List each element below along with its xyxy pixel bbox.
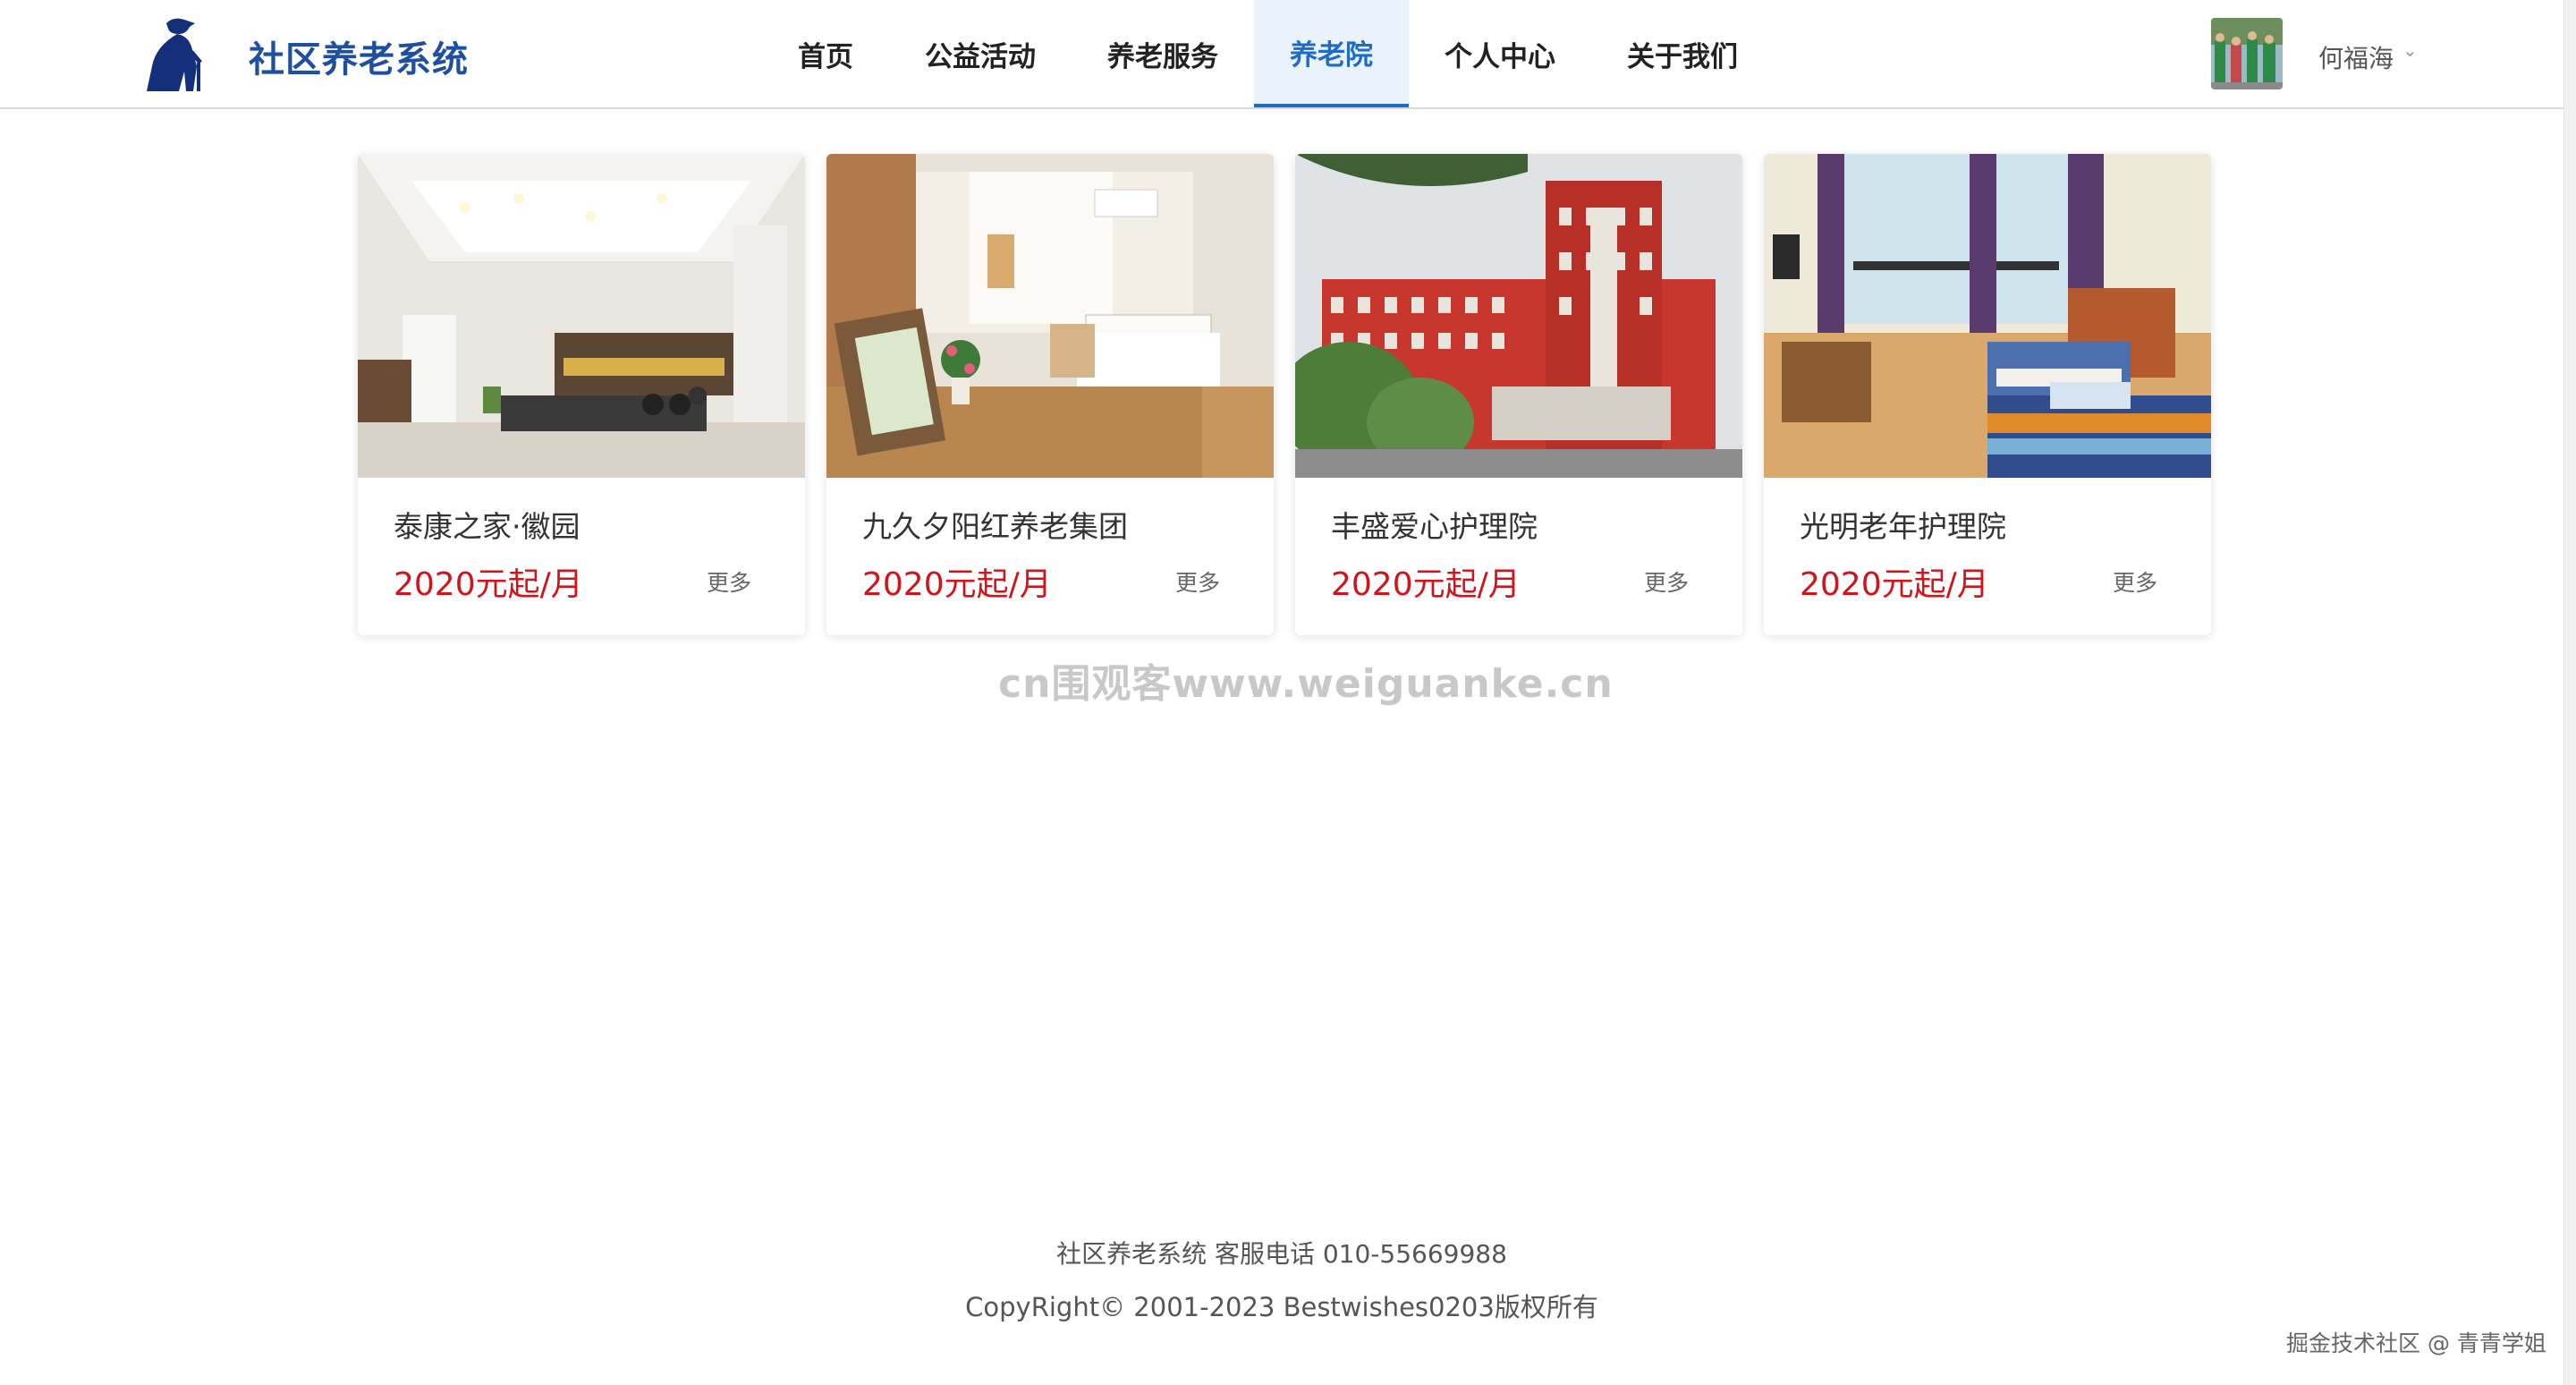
more-link[interactable]: 更多 <box>707 565 751 598</box>
lobby-photo[interactable] <box>358 154 805 478</box>
more-link[interactable]: 更多 <box>1175 565 1220 598</box>
nav-charity-activities[interactable]: 公益活动 <box>889 0 1072 107</box>
nav-home[interactable]: 首页 <box>762 0 889 107</box>
more-link[interactable]: 更多 <box>2113 565 2157 598</box>
nursing-home-list: 泰康之家·徽园 2020元起/月 更多 九久夕阳红养老集团 2020元起/月 更… <box>358 154 2211 635</box>
nursing-home-card[interactable]: 光明老年护理院 2020元起/月 更多 <box>1764 154 2211 635</box>
main-nav: 首页 公益活动 养老服务 养老院 个人中心 关于我们 <box>762 0 1774 107</box>
nursing-home-card[interactable]: 泰康之家·徽园 2020元起/月 更多 <box>358 154 805 635</box>
page-scrollbar[interactable] <box>2563 0 2576 1385</box>
nursing-home-card[interactable]: 丰盛爱心护理院 2020元起/月 更多 <box>1295 154 1742 635</box>
card-title: 泰康之家·徽园 <box>394 509 580 544</box>
ward-photo[interactable] <box>1764 154 2211 478</box>
elderly-person-logo-icon <box>147 18 202 91</box>
nav-about-us[interactable]: 关于我们 <box>1591 0 1774 107</box>
user-avatar[interactable] <box>2211 18 2283 89</box>
more-link[interactable]: 更多 <box>1644 565 1689 598</box>
credit-text: 掘金技术社区 @ 青青学姐 <box>2286 1330 2546 1356</box>
user-name[interactable]: 何福海 <box>2318 39 2394 75</box>
building-photo[interactable] <box>1295 154 1742 478</box>
room-photo[interactable] <box>826 154 1274 478</box>
watermark-text: cn围观客www.weiguanke.cn <box>998 661 1614 707</box>
nav-nursing-homes[interactable]: 养老院 <box>1254 0 1409 107</box>
nursing-home-card[interactable]: 九久夕阳红养老集团 2020元起/月 更多 <box>826 154 1274 635</box>
footer-contact: 社区养老系统 客服电话 010-55669988 <box>1056 1239 1507 1269</box>
nav-elderly-services[interactable]: 养老服务 <box>1072 0 1254 107</box>
card-title: 光明老年护理院 <box>1800 509 2006 544</box>
card-price: 2020元起/月 <box>1800 566 1989 603</box>
card-title: 丰盛爱心护理院 <box>1331 509 1538 544</box>
card-title: 九久夕阳红养老集团 <box>862 509 1128 544</box>
chevron-down-icon[interactable]: ⌄ <box>2402 39 2418 61</box>
card-price: 2020元起/月 <box>862 566 1052 603</box>
card-price: 2020元起/月 <box>1331 566 1521 603</box>
site-brand[interactable]: 社区养老系统 <box>249 30 469 82</box>
top-header: 社区养老系统 首页 公益活动 养老服务 养老院 个人中心 关于我们 何福海 ⌄ <box>0 0 2563 109</box>
nav-personal-center[interactable]: 个人中心 <box>1409 0 1591 107</box>
footer-copyright: CopyRight© 2001-2023 Bestwishes0203版权所有 <box>965 1292 1598 1322</box>
card-price: 2020元起/月 <box>394 566 583 603</box>
